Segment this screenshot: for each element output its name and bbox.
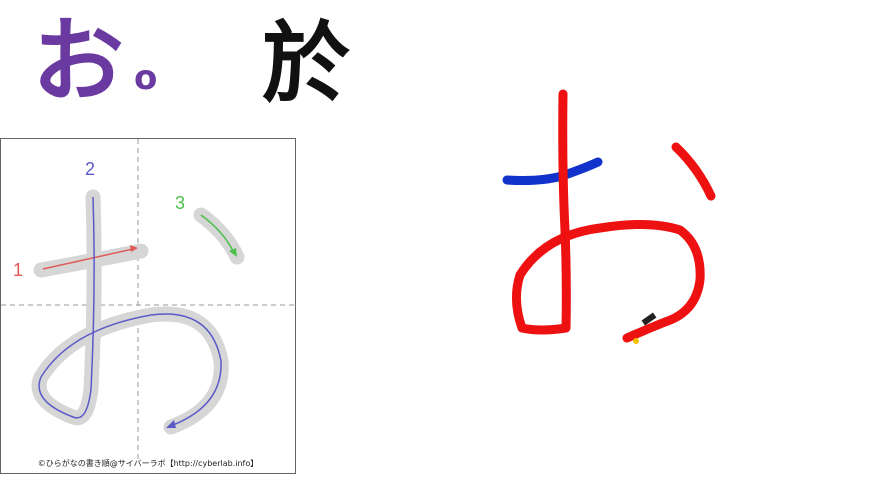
romaji-reading: o <box>134 58 158 98</box>
drawn-stroke-2 <box>512 89 705 343</box>
stroke-number-1: 1 <box>13 260 23 280</box>
diagram-credit: ©ひらがなの書き順@サイバーラボ【http://cyberlab.info】 <box>37 459 259 468</box>
drawn-stroke-3 <box>671 142 716 201</box>
stroke-order-diagram: 1 2 3 ©ひらがなの書き順@サイバーラボ【http://cyberlab.i… <box>0 138 297 474</box>
stroke-number-2: 2 <box>85 159 95 179</box>
stroke-2-path <box>38 196 222 426</box>
stroke-order-svg: 1 2 3 <box>1 139 297 459</box>
handwritten-drawing-canvas[interactable] <box>490 80 730 364</box>
handwritten-strokes <box>502 89 716 344</box>
drawn-stroke-1 <box>502 157 603 185</box>
hiragana-character: お <box>32 8 125 115</box>
stroke-number-3: 3 <box>175 193 185 213</box>
kanji-origin: 於 <box>262 12 351 115</box>
